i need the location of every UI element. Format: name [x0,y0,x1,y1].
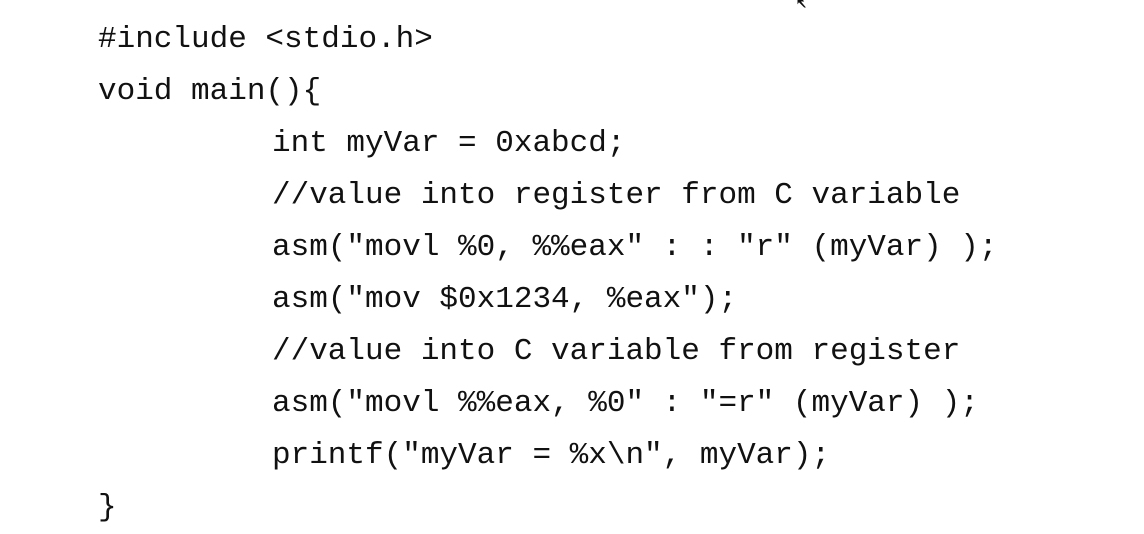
code-line-asm-move: asm("mov $0x1234, %eax"); [272,282,738,317]
code-comment-variable: //value into C variable from register [272,334,961,369]
c-source-code: #include <stdio.h> void main(){ int myVar … [98,14,998,534]
code-line-asm-input: asm("movl %0, %%eax" : : "r" (myVar) ); [272,230,998,265]
code-line-main-signature: void main(){ [98,74,322,109]
code-line-printf: printf("myVar = %x\n", myVar); [272,438,831,473]
code-comment-register: //value into register from C variable [272,178,961,213]
code-line-asm-output: asm("movl %%eax, %0" : "=r" (myVar) ); [272,386,979,421]
mouse-pointer-icon [796,0,808,8]
code-line-include: #include <stdio.h> [98,22,433,57]
code-line-declaration: int myVar = 0xabcd; [272,126,626,161]
code-line-closing-brace: } [98,490,117,525]
